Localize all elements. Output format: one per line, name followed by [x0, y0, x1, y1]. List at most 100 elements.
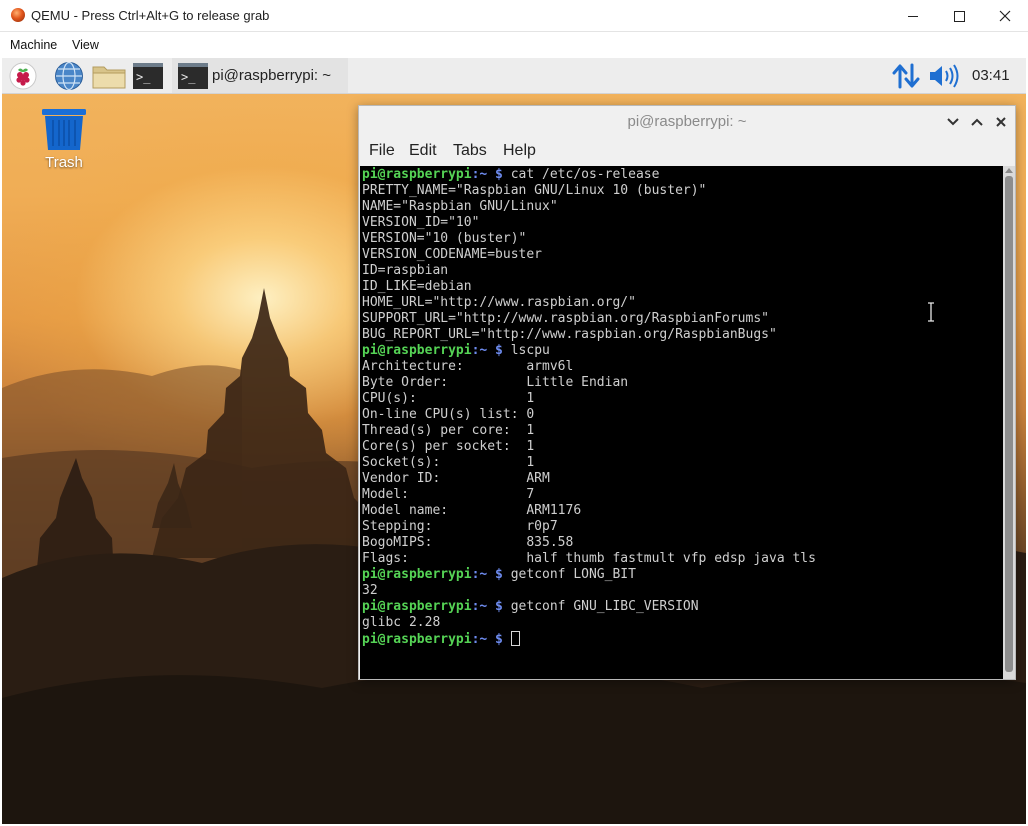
taskbar-task-label: pi@raspberrypi: ~	[212, 67, 332, 84]
menu-machine[interactable]: Machine	[10, 38, 57, 52]
scrollbar-thumb[interactable]	[1005, 176, 1013, 672]
maximize-button[interactable]	[936, 0, 982, 32]
terminal-output-line: VERSION="10 (buster)"	[362, 231, 816, 247]
terminal-output-line: Model: 7	[362, 487, 816, 503]
command-text	[503, 632, 511, 647]
terminal-output-line: NAME="Raspbian GNU/Linux"	[362, 199, 816, 215]
prompt-path: :~ $	[471, 599, 503, 614]
volume-icon[interactable]	[928, 64, 960, 88]
output-text: Model: 7	[362, 487, 535, 502]
output-text: Core(s) per socket: 1	[362, 439, 535, 454]
terminal-output-line: PRETTY_NAME="Raspbian GNU/Linux 10 (bust…	[362, 183, 816, 199]
terminal-lines: pi@raspberrypi:~ $ cat /etc/os-release PR…	[362, 167, 816, 647]
terminal-output-line: Stepping: r0p7	[362, 519, 816, 535]
output-text: ID=raspbian	[362, 263, 449, 278]
taskbar-panel: >_ >_ pi@raspberrypi: ~ 03:41	[2, 58, 1026, 94]
output-text: ID_LIKE=debian	[362, 279, 472, 294]
terminal-command-line: pi@raspberrypi:~ $ lscpu	[362, 343, 816, 359]
raspberry-menu-button[interactable]	[8, 61, 38, 91]
terminal-output-line: CPU(s): 1	[362, 391, 816, 407]
chevron-down-icon	[947, 118, 959, 126]
scroll-up-arrow-icon[interactable]	[1005, 168, 1013, 173]
terminal-icon: >_	[178, 62, 208, 89]
terminal-output-line: VERSION_ID="10"	[362, 215, 816, 231]
terminal-maximize-button[interactable]	[967, 112, 987, 132]
menu-view[interactable]: View	[72, 38, 99, 52]
terminal-menu-help[interactable]: Help	[503, 142, 536, 160]
terminal-title: pi@raspberrypi: ~	[627, 113, 747, 130]
prompt-user: pi@raspberrypi	[362, 343, 472, 358]
web-browser-button[interactable]	[52, 61, 86, 91]
output-text: glibc 2.28	[362, 615, 441, 630]
output-text: Byte Order: Little Endian	[362, 375, 629, 390]
output-text: VERSION_CODENAME=buster	[362, 247, 543, 262]
terminal-minimize-button[interactable]	[943, 112, 963, 132]
terminal-command-line: pi@raspberrypi:~ $ getconf LONG_BIT	[362, 567, 816, 583]
terminal-output[interactable]: pi@raspberrypi:~ $ cat /etc/os-release PR…	[360, 166, 1003, 679]
web-browser-icon	[55, 61, 83, 91]
trash-label: Trash	[45, 154, 83, 171]
output-text: 32	[362, 583, 378, 598]
guest-display[interactable]: >_ >_ pi@raspberrypi: ~ 03:41 Trash pi@r…	[2, 58, 1026, 824]
terminal-window: pi@raspberrypi: ~ File Edit Tabs Help pi…	[358, 105, 1016, 680]
maximize-icon	[953, 10, 965, 22]
terminal-menu-edit[interactable]: Edit	[409, 142, 437, 160]
prompt-user: pi@raspberrypi	[362, 599, 472, 614]
clock[interactable]: 03:41	[972, 67, 1010, 84]
terminal-output-line: Flags: half thumb fastmult vfp edsp java…	[362, 551, 816, 567]
terminal-output-line: VERSION_CODENAME=buster	[362, 247, 816, 263]
terminal-menu-file[interactable]: File	[369, 142, 395, 160]
output-text: Stepping: r0p7	[362, 519, 558, 534]
prompt-path: :~ $	[471, 167, 503, 182]
command-text: cat /etc/os-release	[502, 167, 660, 182]
terminal-output-line: glibc 2.28	[362, 615, 816, 631]
chevron-up-icon	[971, 118, 983, 126]
qemu-menubar: Machine View	[0, 32, 1028, 58]
output-text: Architecture: armv6l	[362, 359, 574, 374]
terminal-output-line: 32	[362, 583, 816, 599]
prompt-path: :~ $	[471, 567, 503, 582]
output-text: Vendor ID: ARM	[362, 471, 550, 486]
close-icon	[999, 10, 1011, 22]
close-button[interactable]	[982, 0, 1028, 32]
minimize-button[interactable]	[890, 0, 936, 32]
terminal-output-line: Core(s) per socket: 1	[362, 439, 816, 455]
minimize-icon	[908, 15, 918, 17]
terminal-titlebar[interactable]: pi@raspberrypi: ~	[359, 106, 1015, 138]
output-text: NAME="Raspbian GNU/Linux"	[362, 199, 558, 214]
file-manager-button[interactable]	[90, 61, 128, 91]
text-cursor-icon	[928, 302, 934, 322]
close-icon	[996, 117, 1006, 127]
command-text: getconf LONG_BIT	[502, 567, 636, 582]
terminal-output-line: Model name: ARM1176	[362, 503, 816, 519]
qemu-titlebar: QEMU - Press Ctrl+Alt+G to release grab	[0, 0, 1028, 32]
terminal-icon: >_	[133, 63, 163, 89]
prompt-user: pi@raspberrypi	[362, 567, 472, 582]
terminal-close-button[interactable]	[991, 112, 1011, 132]
output-text: VERSION="10 (buster)"	[362, 231, 527, 246]
terminal-scrollbar[interactable]	[1003, 166, 1015, 679]
terminal-launcher-button[interactable]: >_	[130, 61, 166, 91]
terminal-output-line: Architecture: armv6l	[362, 359, 816, 375]
desktop-trash[interactable]: Trash	[32, 106, 96, 178]
prompt-path: :~ $	[471, 343, 503, 358]
qemu-window-title: QEMU - Press Ctrl+Alt+G to release grab	[31, 8, 270, 23]
terminal-cursor	[510, 631, 520, 646]
output-text: Flags: half thumb fastmult vfp edsp java…	[362, 551, 816, 566]
output-text: PRETTY_NAME="Raspbian GNU/Linux 10 (bust…	[362, 183, 707, 198]
terminal-menu-tabs[interactable]: Tabs	[453, 142, 487, 160]
output-text: VERSION_ID="10"	[362, 215, 480, 230]
taskbar-terminal-task[interactable]: >_ pi@raspberrypi: ~	[172, 58, 348, 93]
terminal-output-line: HOME_URL="http://www.raspbian.org/"	[362, 295, 816, 311]
terminal-output-line: Thread(s) per core: 1	[362, 423, 816, 439]
terminal-command-line: pi@raspberrypi:~ $ getconf GNU_LIBC_VERS…	[362, 599, 816, 615]
terminal-output-line: BUG_REPORT_URL="http://www.raspbian.org/…	[362, 327, 816, 343]
prompt-path: :~ $	[471, 632, 503, 647]
terminal-command-line: pi@raspberrypi:~ $	[362, 631, 816, 647]
output-text: On-line CPU(s) list: 0	[362, 407, 535, 422]
network-icon[interactable]	[892, 63, 920, 89]
terminal-output-line: Vendor ID: ARM	[362, 471, 816, 487]
output-text: HOME_URL="http://www.raspbian.org/"	[362, 295, 636, 310]
terminal-output-line: ID_LIKE=debian	[362, 279, 816, 295]
prompt-user: pi@raspberrypi	[362, 632, 472, 647]
